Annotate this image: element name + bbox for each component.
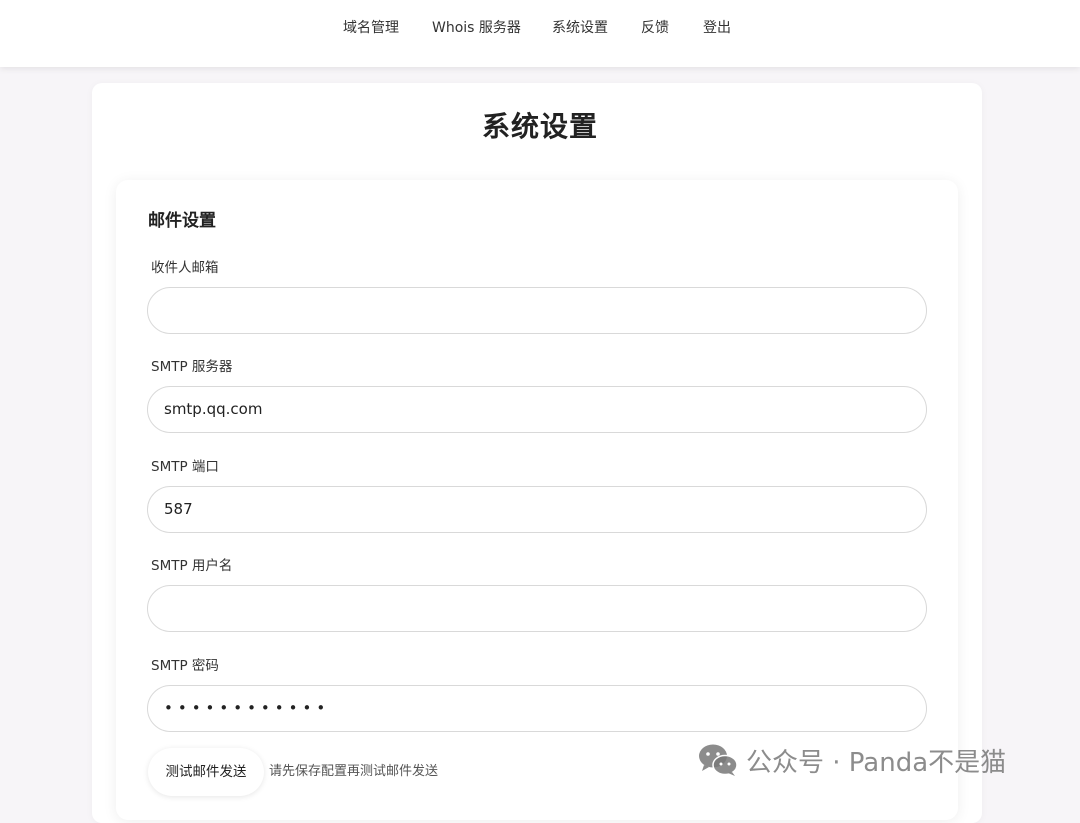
watermark-text: 公众号 · Panda不是猫: [746, 747, 1007, 778]
recipient-email-label: 收件人邮箱: [151, 260, 219, 276]
smtp-port-input[interactable]: 587: [147, 486, 927, 533]
top-navigation: 域名管理 Whois 服务器 系统设置 反馈 登出: [0, 0, 1080, 67]
smtp-password-input[interactable]: ••••••••••••: [147, 685, 927, 732]
test-email-hint: 请先保存配置再测试邮件发送: [269, 764, 439, 779]
smtp-port-label: SMTP 端口: [151, 459, 219, 475]
page-title: 系统设置: [481, 110, 598, 143]
section-title-email-settings: 邮件设置: [148, 211, 216, 231]
nav-logout[interactable]: 登出: [703, 18, 731, 38]
test-email-button[interactable]: 测试邮件发送: [148, 748, 264, 796]
nav-domain-management[interactable]: 域名管理: [343, 18, 399, 38]
nav-system-settings[interactable]: 系统设置: [552, 18, 608, 38]
recipient-email-input[interactable]: [147, 287, 927, 334]
smtp-server-input[interactable]: smtp.qq.com: [147, 386, 927, 433]
nav-whois-servers[interactable]: Whois 服务器: [432, 18, 521, 38]
watermark: 公众号 · Panda不是猫: [698, 740, 1006, 780]
smtp-username-input[interactable]: [147, 585, 927, 632]
smtp-password-label: SMTP 密码: [151, 658, 219, 674]
wechat-icon: [699, 744, 738, 776]
smtp-username-label: SMTP 用户名: [151, 558, 233, 574]
nav-feedback[interactable]: 反馈: [641, 18, 669, 38]
smtp-server-label: SMTP 服务器: [151, 359, 233, 375]
